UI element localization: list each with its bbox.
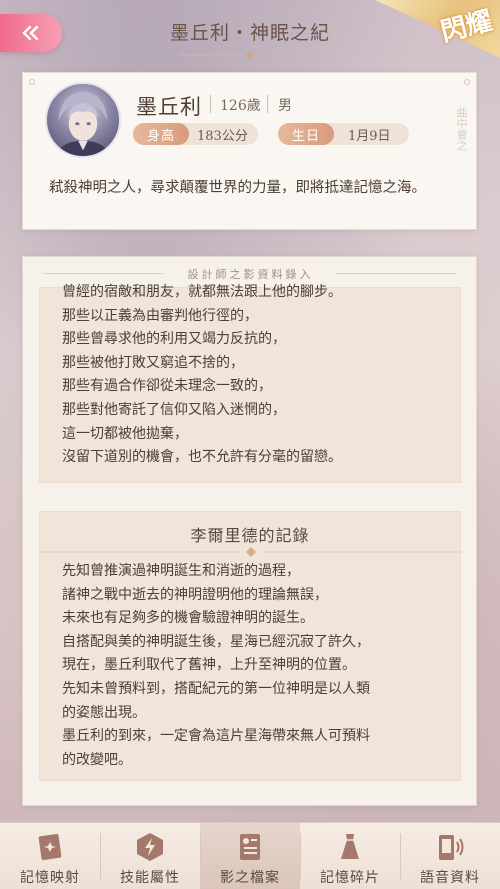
record-section-2: 李爾里德的記錄 先知曾推演過神明誕生和消逝的過程， 諸神之戰中逝去的神明證明他的理… (39, 511, 462, 781)
nav-label: 技能屬性 (120, 870, 180, 886)
nav-item-shadow-files[interactable]: 影之檔案 (200, 823, 300, 889)
nav-item-skill-attributes[interactable]: 技能屬性 (100, 823, 200, 889)
record-panel[interactable]: 設計師之影資料錄入 曾經的宿敵和朋友，就都無法跟上他的腳步。 那些以正義為由審判他… (22, 256, 477, 806)
text-line: 那些被他打敗又窮追不捨的， (62, 354, 244, 371)
dress-icon (341, 834, 359, 859)
height-label: 身高 (133, 123, 190, 145)
bottom-nav: 記憶映射 技能屬性 影之檔案 記憶碎片 語音資料 (0, 822, 500, 889)
text-line: 先知未曾預料到，搭配紀元的第一位神明是以人類 (62, 680, 370, 697)
birthday-value: 1月9日 (348, 128, 391, 144)
text-line: 這一切都被他拋棄， (62, 425, 188, 442)
corner-ornament (29, 79, 35, 85)
height-pill: 身高 183公分 (133, 123, 258, 145)
corner-ornament (464, 79, 470, 85)
nav-label: 影之檔案 (220, 870, 280, 886)
title-ornament (180, 50, 320, 60)
profile-card: 墨丘利 126歲 男 身高 183公分 生日 1月9日 曲中曾之 弒殺神明之人，… (22, 72, 477, 230)
text-line: 自搭配與美的神明誕生後，星海已經沉寂了許久， (62, 633, 370, 650)
memory-card-icon (38, 833, 62, 861)
section-divider (40, 547, 462, 557)
birthday-pill: 生日 1月9日 (278, 123, 409, 145)
text-line: 那些曾尋求他的利用又竭力反抗的， (62, 331, 286, 348)
text-line: 那些有過合作卻從未理念一致的， (62, 378, 272, 395)
nav-item-memory-fragments[interactable]: 記憶碎片 (300, 823, 400, 889)
section-title: 李爾里德的記錄 (190, 526, 310, 545)
text-line: 的姿態出現。 (62, 704, 146, 721)
character-name: 墨丘利 (136, 95, 202, 119)
text-line: 曾經的宿敵和朋友，就都無法跟上他的腳步。 (62, 284, 342, 300)
text-line: 先知曾推演過神明誕生和消逝的過程， (62, 563, 300, 579)
character-description: 弒殺神明之人，尋求顛覆世界的力量，即將抵達記憶之海。 (49, 180, 426, 196)
character-gender: 男 (278, 98, 292, 114)
text-line: 那些對他寄託了信仰又陷入迷惘的， (62, 401, 286, 418)
nav-item-memory-mapping[interactable]: 記憶映射 (0, 823, 100, 889)
lightning-icon (137, 833, 163, 861)
text-line: 沒留下道別的機會，也不允許有分毫的留戀。 (62, 449, 342, 466)
character-portrait-icon (56, 91, 110, 156)
avatar (45, 82, 121, 158)
birthday-label: 生日 (278, 123, 335, 145)
text-line: 那些以正義為由審判他行徑的， (62, 307, 258, 324)
phone-voice-icon (439, 835, 464, 860)
nav-item-voice-data[interactable]: 語音資料 (400, 823, 500, 889)
text-line: 諸神之戰中逝去的神明證明他的理論無誤， (62, 586, 328, 603)
header: 墨丘利・神眠之紀 閃耀 (0, 0, 500, 62)
nav-label: 語音資料 (420, 870, 480, 886)
record-section-1: 曾經的宿敵和朋友，就都無法跟上他的腳步。 那些以正義為由審判他行徑的， 那些曾尋求他… (39, 284, 461, 483)
character-age: 126歲 (220, 98, 261, 114)
nav-label: 記憶碎片 (320, 870, 380, 886)
height-value: 183公分 (197, 128, 248, 144)
divider (267, 95, 268, 113)
text-line: 現在，墨丘利取代了舊神，上升至神明的位置。 (62, 657, 356, 674)
file-profile-icon (240, 834, 260, 860)
record-section-1-text: 曾經的宿敵和朋友，就都無法跟上他的腳步。 那些以正義為由審判他行徑的， 那些曾尋求他… (62, 281, 438, 470)
divider (210, 95, 211, 113)
text-line: 的改變吧。 (62, 751, 132, 768)
nav-label: 記憶映射 (20, 870, 80, 886)
text-line: 墨丘利的到來，一定會為這片星海帶來無人可預料 (62, 728, 370, 745)
record-section-2-text: 先知曾推演過神明誕生和消逝的過程， 諸神之戰中逝去的神明證明他的理論無誤， 未來也有… (62, 560, 452, 772)
text-line: 未來也有足夠多的機會驗證神明的誕生。 (62, 610, 314, 627)
side-watermark-text: 曲中曾之 (455, 107, 468, 151)
